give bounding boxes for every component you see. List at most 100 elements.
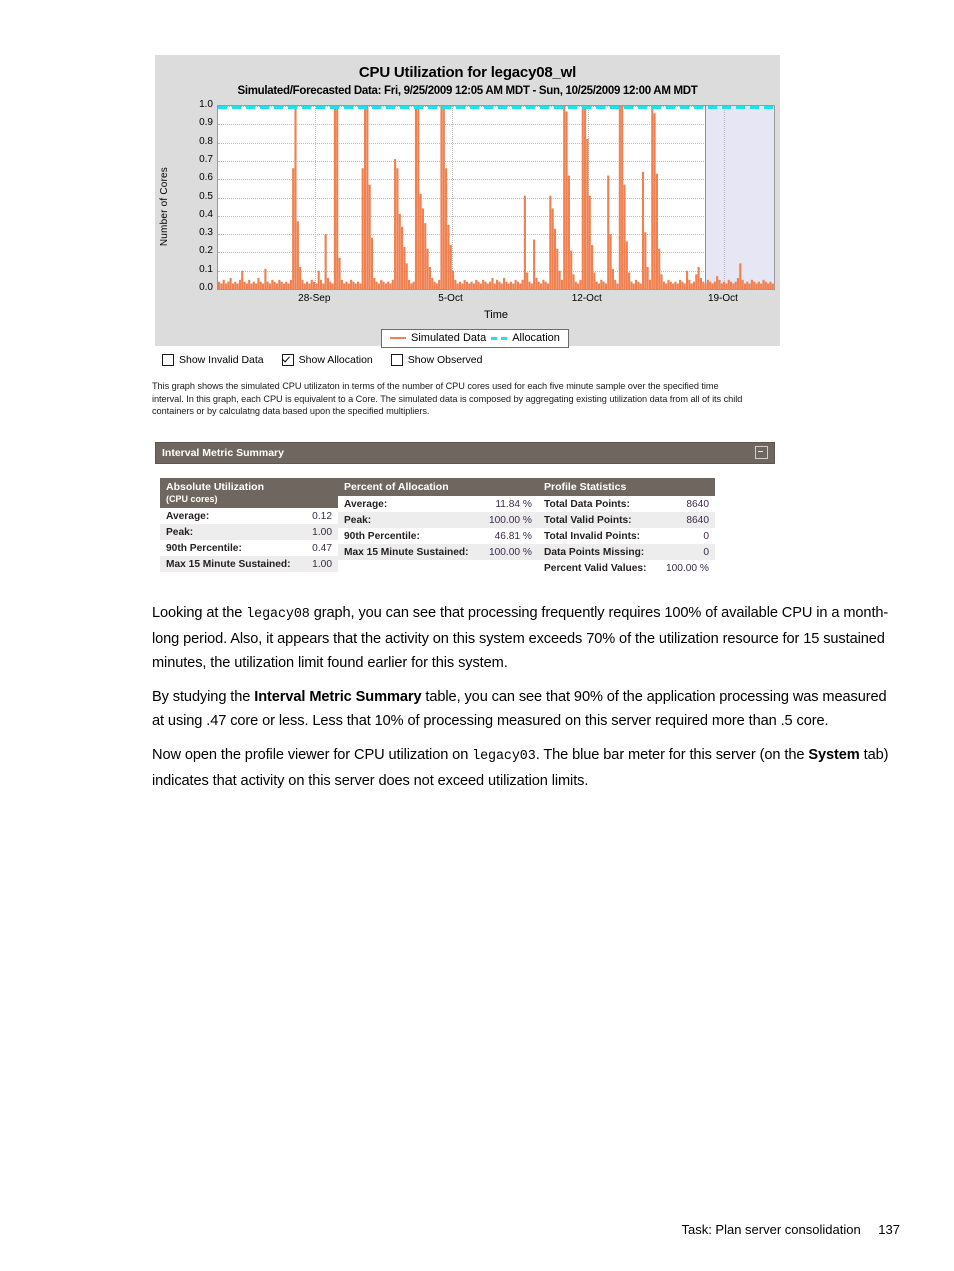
metric-label: Max 15 Minute Sustained: bbox=[166, 558, 291, 570]
y-tick-label: 0.2 bbox=[199, 245, 213, 257]
metric-row: Peak: 1.00 bbox=[160, 524, 338, 540]
y-tick-label: 1.0 bbox=[199, 99, 213, 110]
metric-row: Average: 0.12 bbox=[160, 508, 338, 524]
x-tick-label: 5-Oct bbox=[438, 293, 463, 304]
metric-label: Average: bbox=[166, 510, 210, 522]
metric-row: Average: 11.84 % bbox=[338, 496, 538, 512]
x-tick-label: 19-Oct bbox=[707, 293, 738, 304]
graph-description: This graph shows the simulated CPU utili… bbox=[152, 381, 743, 417]
x-axis-label: Time bbox=[483, 309, 509, 321]
metric-row: Total Invalid Points: 0 bbox=[538, 528, 715, 544]
metric-value: 8640 bbox=[686, 514, 709, 526]
metric-label: Total Data Points: bbox=[544, 498, 630, 510]
metric-column-header: Profile Statistics bbox=[538, 478, 715, 496]
metric-label: 90th Percentile: bbox=[166, 542, 242, 554]
footer-page-number: 137 bbox=[878, 1222, 900, 1237]
metric-label: Data Points Missing: bbox=[544, 546, 645, 558]
checkbox-checked-icon[interactable] bbox=[281, 354, 294, 366]
p2-text-a: By studying the bbox=[152, 689, 255, 705]
metric-value: 1.00 bbox=[312, 526, 332, 538]
checkbox-label: Show Invalid Data bbox=[179, 354, 264, 366]
p3-text-a: Now open the profile viewer for CPU util… bbox=[152, 747, 473, 763]
legend-simulated-swatch bbox=[390, 337, 406, 339]
metric-label: Max 15 Minute Sustained: bbox=[344, 546, 469, 558]
minimize-icon[interactable] bbox=[755, 446, 768, 459]
legend-simulated-label: Simulated Data bbox=[411, 332, 487, 344]
legend-allocation-swatch bbox=[491, 336, 508, 340]
metric-row: Max 15 Minute Sustained: 1.00 bbox=[160, 556, 338, 572]
metric-label: Average: bbox=[344, 498, 388, 510]
metric-column-subtitle: (CPU cores) bbox=[166, 494, 218, 504]
y-tick-label: 0.9 bbox=[199, 117, 213, 129]
metric-label: Percent Valid Values: bbox=[544, 562, 647, 574]
x-axis-ticks: 28-Sep 5-Oct 12-Oct 19-Oct bbox=[217, 293, 775, 307]
metric-row: Total Data Points: 8640 bbox=[538, 496, 715, 512]
interval-metric-summary-header: Interval Metric Summary bbox=[155, 442, 775, 464]
chart-screenshot-panel: CPU Utilization for legacy08_wl Simulate… bbox=[155, 55, 780, 348]
interval-metric-summary-panel: Interval Metric Summary Absolute Utiliza… bbox=[155, 442, 775, 588]
checkbox-unchecked-icon[interactable] bbox=[162, 354, 174, 366]
metric-value: 0 bbox=[703, 530, 709, 542]
chart-options-checkbox-row: Show Invalid Data Show Allocation Show Obs… bbox=[162, 354, 483, 366]
metric-label: Peak: bbox=[344, 514, 372, 526]
checkbox-show-allocation[interactable]: Show Allocation bbox=[281, 354, 373, 366]
metric-value: 1.00 bbox=[312, 558, 332, 570]
checkbox-unchecked-icon[interactable] bbox=[390, 354, 403, 366]
legend-allocation-label: Allocation bbox=[512, 332, 560, 344]
metric-column-profile-statistics: Profile Statistics Total Data Points: 8640… bbox=[538, 478, 715, 576]
p3-text-b: . The blue bar meter for this server (on… bbox=[535, 747, 809, 763]
metric-column-absolute-utilization: Absolute Utilization (CPU cores) Average: 0… bbox=[160, 478, 338, 572]
body-copy: Looking at the legacy08 graph, you can s… bbox=[152, 601, 900, 803]
p3-code-legacy03: legacy03 bbox=[472, 749, 536, 764]
metric-row: Peak: 100.00 % bbox=[338, 512, 538, 528]
metric-label: 90th Percentile: bbox=[344, 530, 420, 542]
y-tick-label: 0.7 bbox=[199, 153, 213, 165]
metric-value: 8640 bbox=[686, 498, 709, 510]
p1-text-a: Looking at the bbox=[152, 605, 247, 621]
footer-task-label: Task: Plan server consolidation bbox=[681, 1222, 861, 1237]
allocation-line bbox=[218, 106, 774, 109]
metric-label: Total Valid Points: bbox=[544, 514, 632, 526]
y-tick-label: 0.8 bbox=[199, 135, 213, 147]
paragraph-2: By studying the Interval Metric Summary … bbox=[152, 685, 900, 733]
metric-column-header: Absolute Utilization (CPU cores) bbox=[160, 478, 338, 508]
metric-column-title: Percent of Allocation bbox=[344, 481, 449, 493]
metric-label: Total Invalid Points: bbox=[544, 530, 641, 542]
interval-metric-summary-body: Absolute Utilization (CPU cores) Average: 0… bbox=[155, 464, 775, 588]
metric-value: 0 bbox=[703, 546, 709, 558]
metric-row: 90th Percentile: 0.47 bbox=[160, 540, 338, 556]
metric-row: Data Points Missing: 0 bbox=[538, 544, 715, 560]
y-tick-label: 0.1 bbox=[199, 263, 213, 275]
checkbox-label: Show Allocation bbox=[298, 354, 373, 366]
chart-legend: Simulated Data Allocation bbox=[381, 329, 569, 348]
metric-value: 100.00 % bbox=[665, 562, 709, 574]
metric-row: Max 15 Minute Sustained: 100.00 % bbox=[338, 544, 538, 560]
metric-value: 0.47 bbox=[312, 542, 332, 554]
paragraph-3: Now open the profile viewer for CPU util… bbox=[152, 743, 900, 793]
y-tick-label: 0.6 bbox=[199, 172, 213, 184]
checkbox-label: Show Observed bbox=[407, 354, 483, 366]
interval-metric-summary-title: Interval Metric Summary bbox=[162, 446, 284, 459]
metric-row: Percent Valid Values: 100.00 % bbox=[538, 560, 715, 576]
p2-bold-ims: Interval Metric Summary bbox=[254, 689, 422, 705]
x-tick-label: 28-Sep bbox=[298, 293, 331, 304]
paragraph-1: Looking at the legacy08 graph, you can s… bbox=[152, 601, 900, 675]
y-tick-label: 0.3 bbox=[199, 227, 213, 239]
chart-subtitle: Simulated/Forecasted Data: Fri, 9/25/200… bbox=[237, 85, 698, 97]
y-tick-label: 0.0 bbox=[199, 282, 213, 293]
p3-bold-system: System bbox=[808, 747, 860, 763]
chart-title: CPU Utilization for legacy08_wl bbox=[358, 64, 577, 81]
checkbox-show-invalid-data[interactable]: Show Invalid Data bbox=[162, 354, 264, 366]
metric-column-title: Absolute Utilization bbox=[166, 481, 264, 493]
y-axis-ticks: 0.0 0.1 0.2 0.3 0.4 0.5 0.6 0.7 0.8 0.9 1.0 bbox=[155, 100, 213, 293]
metric-label: Peak: bbox=[166, 526, 194, 538]
metric-row: 90th Percentile: 46.81 % bbox=[338, 528, 538, 544]
simulated-data-series bbox=[218, 106, 774, 289]
metric-column-title: Profile Statistics bbox=[544, 481, 627, 493]
checkbox-show-observed[interactable]: Show Observed bbox=[390, 354, 483, 366]
metric-column-percent-of-allocation: Percent of Allocation Average: 11.84 % Peak… bbox=[338, 478, 538, 560]
metric-value: 11.84 % bbox=[495, 498, 532, 510]
metric-value: 100.00 % bbox=[488, 514, 532, 526]
metric-value: 100.00 % bbox=[488, 546, 532, 558]
p1-code-legacy08: legacy08 bbox=[246, 607, 310, 622]
